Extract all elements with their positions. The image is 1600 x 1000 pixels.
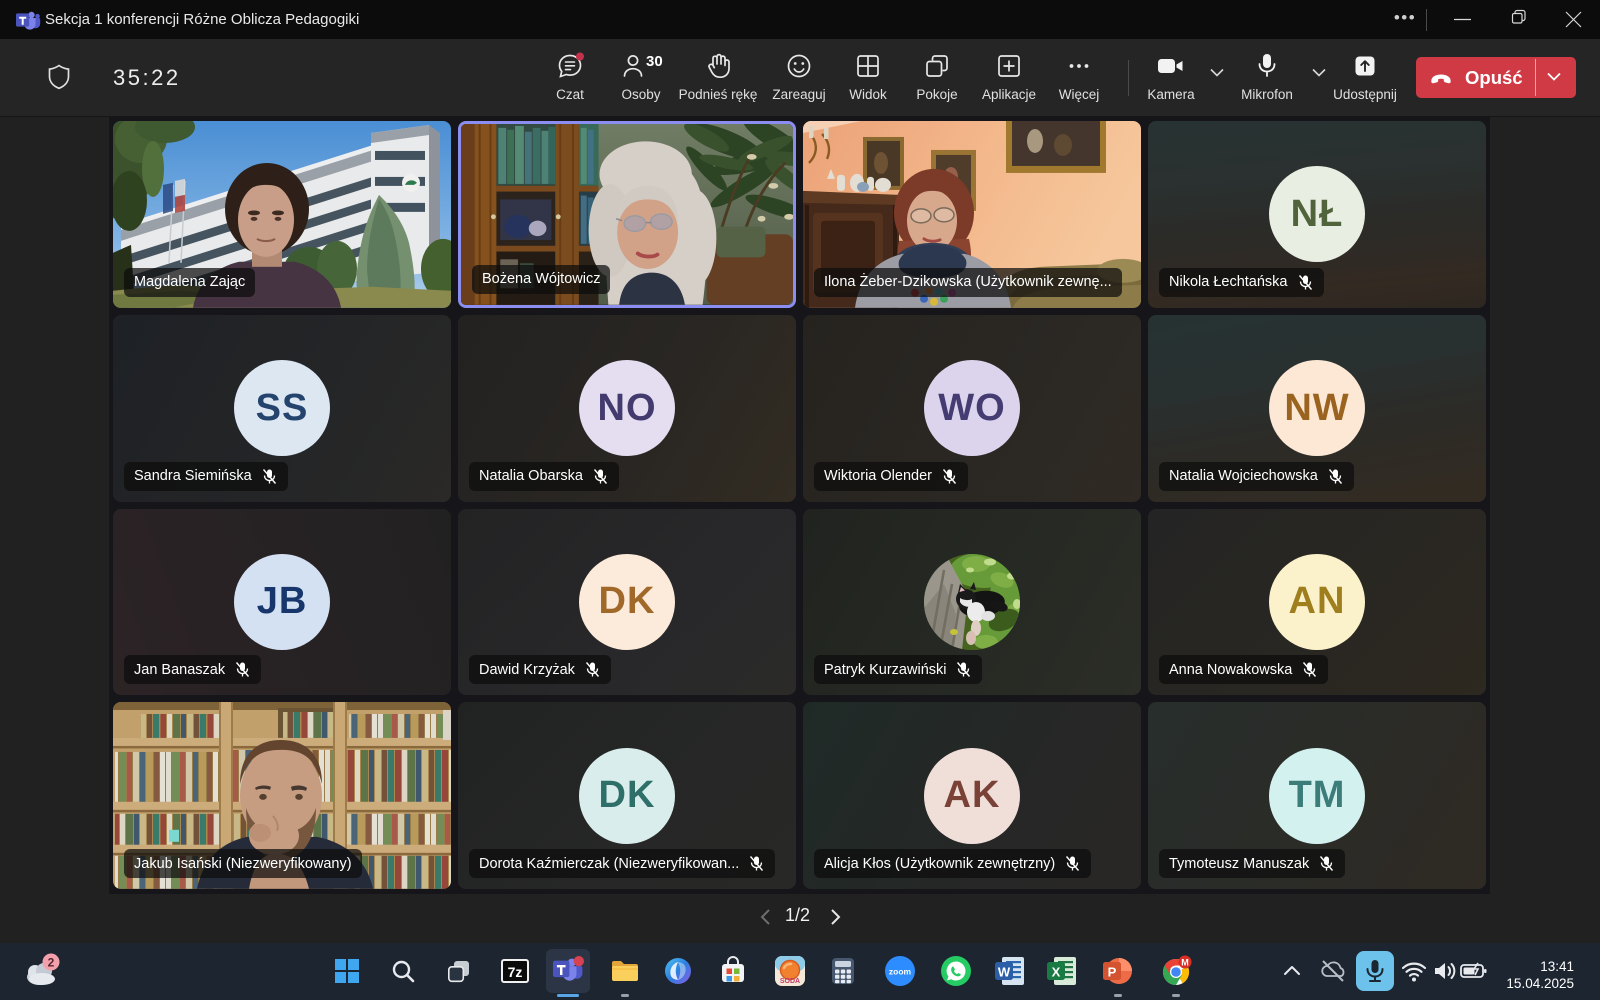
svg-text:W: W xyxy=(998,965,1011,980)
svg-text:zoom: zoom xyxy=(889,967,912,977)
svg-text:30: 30 xyxy=(646,53,663,70)
svg-text:2: 2 xyxy=(48,956,55,970)
svg-text:M: M xyxy=(1181,958,1189,968)
svg-text:X: X xyxy=(1052,965,1061,980)
svg-text:7z: 7z xyxy=(508,964,523,980)
svg-text:SODA: SODA xyxy=(780,978,800,985)
svg-text:P: P xyxy=(1108,965,1117,980)
